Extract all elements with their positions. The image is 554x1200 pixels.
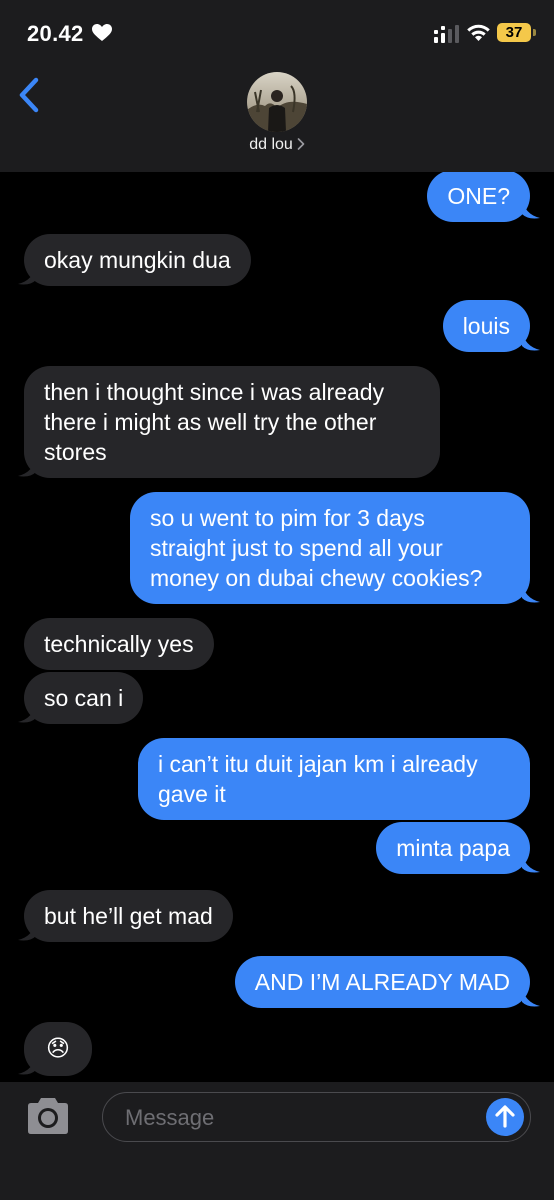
- battery-indicator: 37: [497, 23, 531, 42]
- signal-icon: [434, 25, 459, 43]
- bubble-tail: [522, 852, 540, 873]
- bubble-tail: [18, 702, 36, 723]
- message-bubble-incoming[interactable]: okay mungkin dua: [24, 234, 251, 286]
- send-button[interactable]: [486, 1098, 524, 1136]
- message-emoji: 😞: [46, 1035, 70, 1061]
- bubble-tail: [522, 986, 540, 1007]
- contact-avatar[interactable]: [247, 72, 307, 132]
- message-bubble-outgoing[interactable]: louis: [442, 300, 530, 352]
- arrow-up-icon: [495, 1105, 515, 1128]
- bubble-tail: [18, 456, 36, 477]
- chevron-right-icon: [297, 138, 305, 150]
- message-text-line: straight just to spend all your: [150, 535, 443, 561]
- message-input[interactable]: [123, 1102, 467, 1134]
- message-text-line: gave it: [158, 781, 226, 807]
- bubble-tail: [522, 198, 540, 219]
- message-text-line: so u went to pim for 3 days: [150, 505, 425, 531]
- contact-name: dd lou: [249, 136, 293, 153]
- message-bubble-outgoing[interactable]: i can’t itu duit jajan km i already gave…: [138, 738, 530, 820]
- message-bubble-outgoing[interactable]: minta papa: [376, 822, 530, 874]
- message-thread[interactable]: ONE? okay mungkin dua louis then i thoug…: [0, 172, 554, 1082]
- message-input-field[interactable]: [102, 1092, 531, 1142]
- message-text: AND I’M ALREADY MAD: [254, 969, 510, 995]
- message-text: but he’ll get mad: [44, 903, 213, 929]
- bubble-tail: [18, 920, 36, 941]
- status-time: 20.42: [27, 21, 84, 46]
- message-bubble-incoming[interactable]: but he’ll get mad: [24, 890, 233, 942]
- camera-icon[interactable]: [24, 1096, 72, 1136]
- message-text: so can i: [44, 685, 124, 711]
- message-text: ONE?: [447, 183, 510, 209]
- message-text-line: there i might as well try the other: [44, 409, 377, 435]
- message-text-line: money on dubai chewy cookies?: [150, 565, 483, 591]
- message-bubble-outgoing[interactable]: so u went to pim for 3 days straight jus…: [130, 492, 530, 604]
- bubble-tail: [522, 330, 540, 351]
- bubble-tail: [18, 1054, 36, 1075]
- message-text: minta papa: [396, 835, 510, 861]
- bubble-tail: [18, 264, 36, 285]
- message-text-line: then i thought since i was already: [44, 379, 385, 405]
- contact-name-button[interactable]: dd lou: [0, 136, 554, 154]
- chevron-left-icon[interactable]: [16, 76, 42, 114]
- message-text: louis: [462, 313, 510, 339]
- message-text: okay mungkin dua: [44, 247, 231, 273]
- message-bubble-outgoing[interactable]: ONE?: [427, 172, 530, 222]
- message-bubble-outgoing[interactable]: AND I’M ALREADY MAD: [234, 956, 530, 1008]
- battery-cap: [533, 29, 536, 36]
- message-bubble-incoming[interactable]: so can i: [24, 672, 144, 724]
- message-text-line: i can’t itu duit jajan km i already: [158, 751, 478, 777]
- wifi-icon: [467, 24, 490, 41]
- message-text-line: stores: [44, 439, 107, 465]
- heart-icon: [92, 24, 112, 41]
- bubble-tail: [522, 582, 540, 603]
- message-bubble-incoming[interactable]: technically yes: [24, 618, 214, 670]
- message-text: technically yes: [44, 631, 194, 657]
- message-bubble-incoming[interactable]: then i thought since i was already there…: [24, 366, 440, 478]
